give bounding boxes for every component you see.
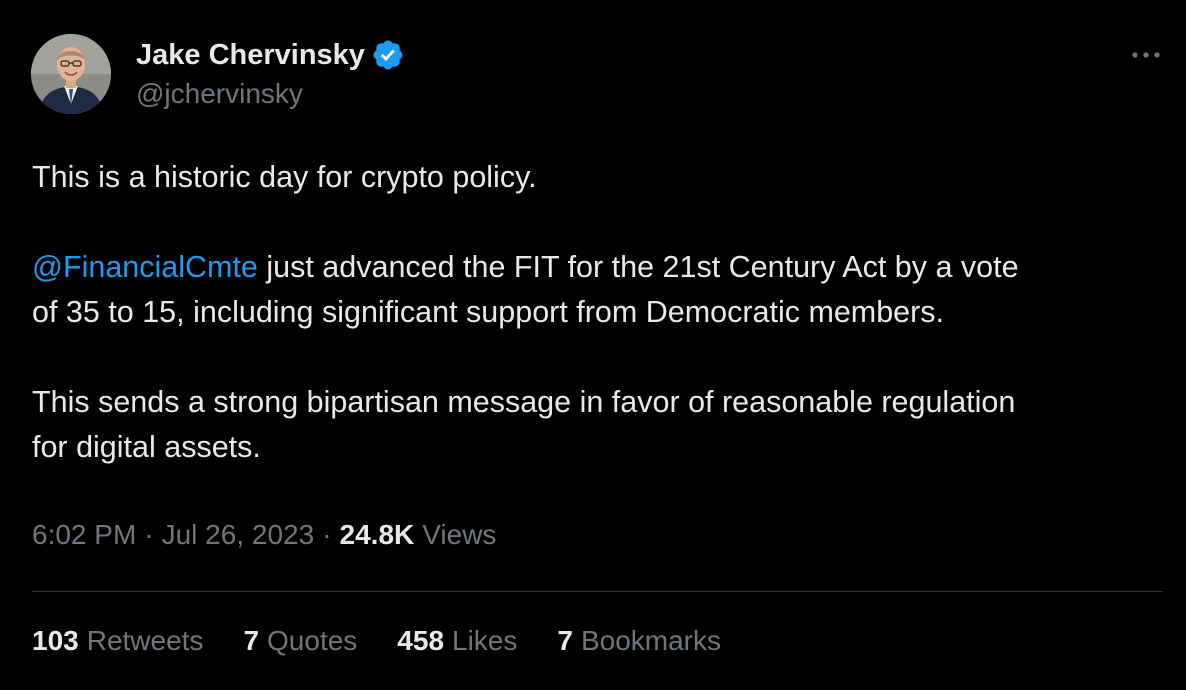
likes-count: 458 [397,625,445,656]
retweets-count: 103 [32,625,79,656]
retweets-stat[interactable]: 103 Retweets [32,625,203,657]
quotes-count: 7 [243,625,260,656]
bookmarks-stat[interactable]: 7 Bookmarks [557,625,721,657]
tweet-time[interactable]: 6:02 PM [32,519,136,551]
tweet-paragraph-3-line-1: This sends a strong bipartisan message i… [32,385,1016,419]
meta-separator: · [322,519,332,550]
bookmarks-label: Bookmarks [580,625,722,656]
tweet-metadata: 6:02 PM · Jul 26, 2023 · 24.8K Views [32,519,496,551]
quotes-stat[interactable]: 7 Quotes [243,625,357,657]
tweet-card: Jake Chervinsky @jchervinsky This is a h… [0,0,1186,690]
more-horizontal-icon [1132,52,1160,58]
likes-label: Likes [452,625,518,656]
author-handle[interactable]: @jchervinsky [136,78,303,110]
author-display-name[interactable]: Jake Chervinsky [136,39,365,72]
views-count: 24.8K [339,519,415,550]
tweet-text-segment: just advanced the FIT for the 21st Centu… [257,250,1019,284]
views-label: Views [422,519,497,550]
tweet-paragraph-1: This is a historic day for crypto policy… [32,160,537,194]
retweets-label: Retweets [86,625,204,656]
tweet-paragraph-3-line-2: for digital assets. [32,430,261,464]
divider [32,591,1163,592]
likes-stat[interactable]: 458 Likes [397,625,517,657]
more-options-button[interactable] [1124,40,1168,70]
engagement-stats: 103 Retweets 7 Quotes 458 Likes 7 Bookma… [32,625,761,657]
profile-photo [31,34,111,114]
quotes-label: Quotes [267,625,358,656]
author-name-row: Jake Chervinsky [136,38,405,72]
tweet-text: This is a historic day for crypto policy… [32,155,1172,470]
mention-link[interactable]: @FinancialCmte [32,250,258,284]
tweet-date[interactable]: Jul 26, 2023 [162,519,315,551]
verified-badge-icon[interactable] [371,38,405,72]
tweet-paragraph-2-line-1: @FinancialCmte just advanced the FIT for… [32,245,1172,290]
meta-separator: · [144,519,154,550]
bookmarks-count: 7 [557,625,573,656]
avatar[interactable] [31,34,111,114]
tweet-paragraph-2-line-2: of 35 to 15, including significant suppo… [32,295,945,329]
